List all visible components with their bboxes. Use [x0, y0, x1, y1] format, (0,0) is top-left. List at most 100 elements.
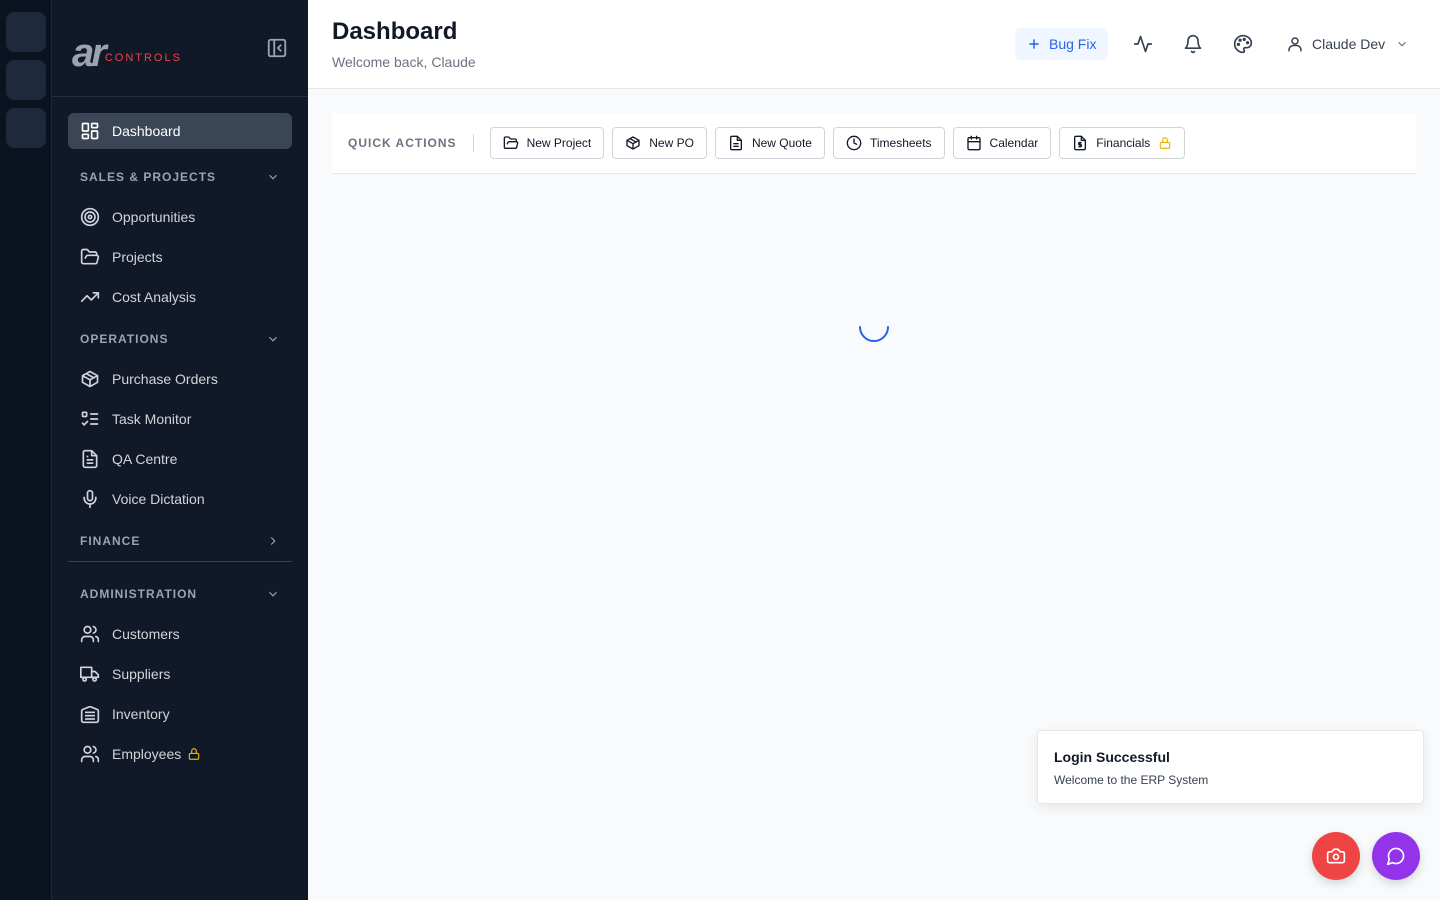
section-administration[interactable]: ADMINISTRATION — [68, 574, 292, 614]
financials-button[interactable]: Financials — [1059, 127, 1186, 159]
button-label: Timesheets — [869, 136, 932, 150]
sidebar-item-dashboard[interactable]: Dashboard — [68, 113, 292, 149]
sidebar-item-label: Suppliers — [112, 666, 171, 682]
theme-button[interactable] — [1231, 32, 1255, 56]
plus-icon — [1029, 39, 1039, 49]
sidebar-item-label: Inventory — [112, 706, 170, 722]
chevron-down-icon — [269, 591, 277, 597]
users-icon — [80, 625, 100, 643]
section-finance[interactable]: FINANCE — [68, 521, 292, 561]
sidebar-item-employees[interactable]: Employees — [68, 736, 292, 772]
sidebar-nav: Dashboard SALES & PROJECTS Opportunities… — [52, 97, 308, 772]
user-name: Claude Dev — [1312, 36, 1386, 52]
lock-icon — [1160, 137, 1171, 149]
quick-actions-label: QUICK ACTIONS — [348, 134, 474, 152]
top-bar: Dashboard Welcome back, Claude Bug Fix C… — [308, 0, 1440, 89]
bug-fix-button[interactable]: Bug Fix — [1015, 28, 1109, 60]
brand-header: ar CONTROLS — [52, 0, 308, 97]
section-sales-projects[interactable]: SALES & PROJECTS — [68, 157, 292, 197]
activity-button[interactable] — [1131, 32, 1155, 56]
button-label: Calendar — [989, 136, 1039, 150]
rail-app-button-3[interactable] — [6, 108, 46, 148]
section-title: OPERATIONS — [80, 332, 169, 346]
notifications-button[interactable] — [1181, 32, 1205, 56]
section-operations[interactable]: OPERATIONS — [68, 319, 292, 359]
chevron-right-icon — [270, 537, 276, 545]
chevron-down-icon — [269, 174, 277, 180]
file-text-icon — [82, 449, 98, 469]
sidebar-item-suppliers[interactable]: Suppliers — [68, 656, 292, 692]
page-subtitle: Welcome back, Claude — [332, 54, 476, 70]
login-toast[interactable]: Login Successful Welcome to the ERP Syst… — [1037, 730, 1424, 804]
activity-icon — [1133, 35, 1153, 53]
main-content: Dashboard Welcome back, Claude Bug Fix C… — [308, 0, 1440, 900]
rail-app-button-2[interactable] — [6, 60, 46, 100]
sidebar-item-opportunities[interactable]: Opportunities — [68, 199, 292, 235]
sidebar-item-projects[interactable]: Projects — [68, 239, 292, 275]
button-label: Financials — [1096, 136, 1151, 150]
calendar-button[interactable]: Calendar — [952, 127, 1052, 159]
palette-icon — [1233, 34, 1253, 54]
bug-fix-label: Bug Fix — [1049, 36, 1097, 52]
sidebar-item-qa-centre[interactable]: QA Centre — [68, 441, 292, 477]
list-checks-icon — [81, 411, 99, 427]
warehouse-icon — [80, 705, 100, 724]
calendar-icon — [966, 135, 981, 151]
file-text-icon — [729, 135, 742, 151]
new-project-button[interactable]: New Project — [489, 127, 605, 159]
page-title: Dashboard — [332, 18, 458, 45]
toast-message: Welcome to the ERP System — [1054, 773, 1209, 787]
logo-main-text: ar — [72, 31, 107, 75]
logo-sub-text: CONTROLS — [104, 52, 182, 64]
sidebar-item-label: Task Monitor — [112, 411, 192, 427]
new-po-button[interactable]: New PO — [612, 127, 707, 159]
panel-left-close-icon — [267, 38, 287, 58]
target-icon — [80, 207, 100, 227]
app-rail — [0, 0, 52, 900]
section-title: FINANCE — [80, 534, 141, 548]
user-icon — [1288, 37, 1302, 52]
sidebar-item-customers[interactable]: Customers — [68, 616, 292, 652]
new-quote-button[interactable]: New Quote — [714, 127, 825, 159]
sidebar-item-voice-dictation[interactable]: Voice Dictation — [68, 481, 292, 517]
package-icon — [81, 370, 99, 388]
section-title: ADMINISTRATION — [80, 587, 198, 601]
sidebar-item-label: Projects — [112, 249, 163, 265]
button-label: New Quote — [751, 136, 812, 150]
bell-icon — [1184, 34, 1202, 54]
chat-button[interactable] — [1372, 832, 1420, 880]
button-label: New Project — [526, 136, 592, 150]
microphone-icon — [83, 489, 97, 509]
rail-app-button-1[interactable] — [6, 12, 46, 52]
sidebar-item-label: Voice Dictation — [112, 491, 205, 507]
sidebar-divider — [68, 561, 292, 562]
timesheets-button[interactable]: Timesheets — [832, 127, 945, 159]
sidebar-item-task-monitor[interactable]: Task Monitor — [68, 401, 292, 437]
dashboard-grid-icon — [81, 122, 99, 140]
sidebar-item-purchase-orders[interactable]: Purchase Orders — [68, 361, 292, 397]
sidebar-item-label: Customers — [112, 626, 180, 642]
chevron-down-icon — [269, 336, 277, 342]
sidebar-item-label: Purchase Orders — [112, 371, 218, 387]
package-icon — [626, 136, 640, 150]
folder-open-icon — [503, 136, 518, 149]
folder-open-icon — [80, 248, 100, 265]
screenshot-button[interactable] — [1312, 832, 1360, 880]
sidebar-item-inventory[interactable]: Inventory — [68, 696, 292, 732]
toast-title: Login Successful — [1054, 749, 1170, 765]
file-dollar-icon — [1074, 135, 1087, 151]
sidebar-item-cost-analysis[interactable]: Cost Analysis — [68, 279, 292, 315]
user-menu[interactable]: Claude Dev — [1286, 32, 1409, 56]
users-icon — [80, 745, 100, 763]
section-title: SALES & PROJECTS — [80, 170, 217, 184]
quick-actions-bar: QUICK ACTIONS New Project New PO New Quo… — [332, 113, 1416, 174]
camera-icon — [1326, 848, 1346, 864]
logo[interactable]: ar CONTROLS — [72, 31, 182, 75]
sidebar-item-label: Dashboard — [112, 123, 181, 139]
sidebar-item-label: Employees — [112, 746, 182, 762]
clock-icon — [846, 135, 862, 151]
sidebar-item-label: Opportunities — [112, 209, 196, 225]
sidebar-item-label: Cost Analysis — [112, 289, 197, 305]
sidebar-collapse-button[interactable] — [266, 37, 288, 59]
trending-up-icon — [80, 292, 100, 302]
